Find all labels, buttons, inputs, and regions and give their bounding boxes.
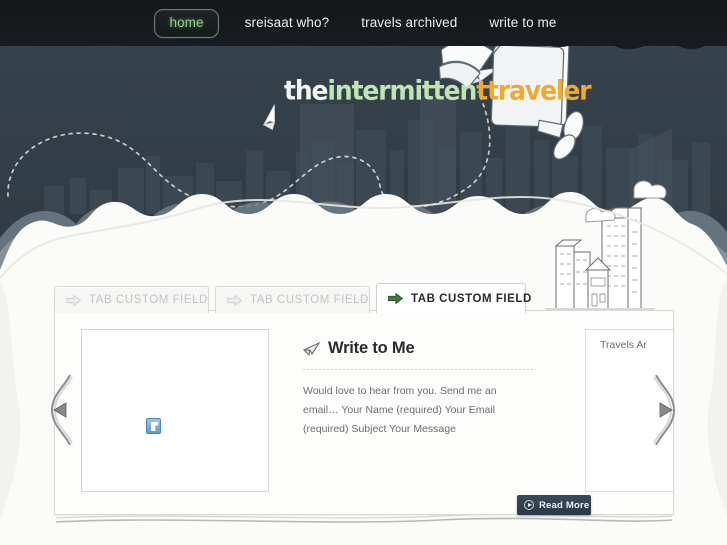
read-more-button[interactable]: Read More	[517, 495, 591, 515]
arrow-right-icon	[227, 294, 242, 306]
paper-plane-icon	[303, 341, 321, 356]
nav-item-travels-archived[interactable]: travels archived	[345, 0, 473, 46]
article-title-row: Write to Me	[303, 339, 535, 358]
tab-custom-field-2[interactable]: TAB CUSTOM FIELD	[215, 286, 370, 313]
tab-custom-field-1[interactable]: TAB CUSTOM FIELD	[54, 286, 209, 313]
carousel-prev-button[interactable]	[44, 375, 78, 445]
read-more-label: Read More	[539, 499, 590, 511]
nav-item-home[interactable]: home	[154, 8, 219, 38]
title-divider	[303, 369, 535, 370]
logo-part-t: t	[476, 74, 488, 107]
play-circle-icon	[524, 500, 534, 510]
tab-label: TAB CUSTOM FIELD	[411, 292, 532, 305]
tab-bar[interactable]: TAB CUSTOM FIELD TAB CUSTOM FIELD TAB CU…	[54, 283, 531, 313]
page-root: home sreisaat who? travels archived writ…	[0, 0, 727, 545]
logo-part-traveler: traveler	[487, 74, 592, 107]
arrow-right-icon	[388, 293, 403, 304]
content-panel: Write to Me Would love to hear from you.…	[54, 310, 674, 515]
carousel-next-button[interactable]	[648, 375, 682, 445]
nav-item-sreisaat-who[interactable]: sreisaat who?	[229, 0, 346, 46]
nav-item-write-to-me[interactable]: write to me	[473, 0, 572, 46]
broken-image-icon	[146, 418, 161, 434]
page-title: Write to Me	[328, 339, 415, 357]
tab-label: TAB CUSTOM FIELD	[250, 294, 369, 306]
site-logo[interactable]: theintermittenttraveler	[284, 74, 592, 107]
tab-label: TAB CUSTOM FIELD	[89, 294, 208, 306]
post-thumbnail	[81, 329, 269, 492]
tab-custom-field-3[interactable]: TAB CUSTOM FIELD	[376, 283, 531, 313]
main-nav[interactable]: home sreisaat who? travels archived writ…	[0, 0, 727, 46]
article-body: Would love to hear from you. Send me an …	[303, 385, 497, 435]
logo-part-the: the	[284, 74, 329, 107]
logo-part-intermitten: intermitten	[327, 74, 477, 107]
arrow-right-icon	[66, 294, 81, 306]
side-panel-title: Travels Ar	[600, 339, 647, 351]
article: Write to Me Would love to hear from you.…	[303, 339, 535, 439]
